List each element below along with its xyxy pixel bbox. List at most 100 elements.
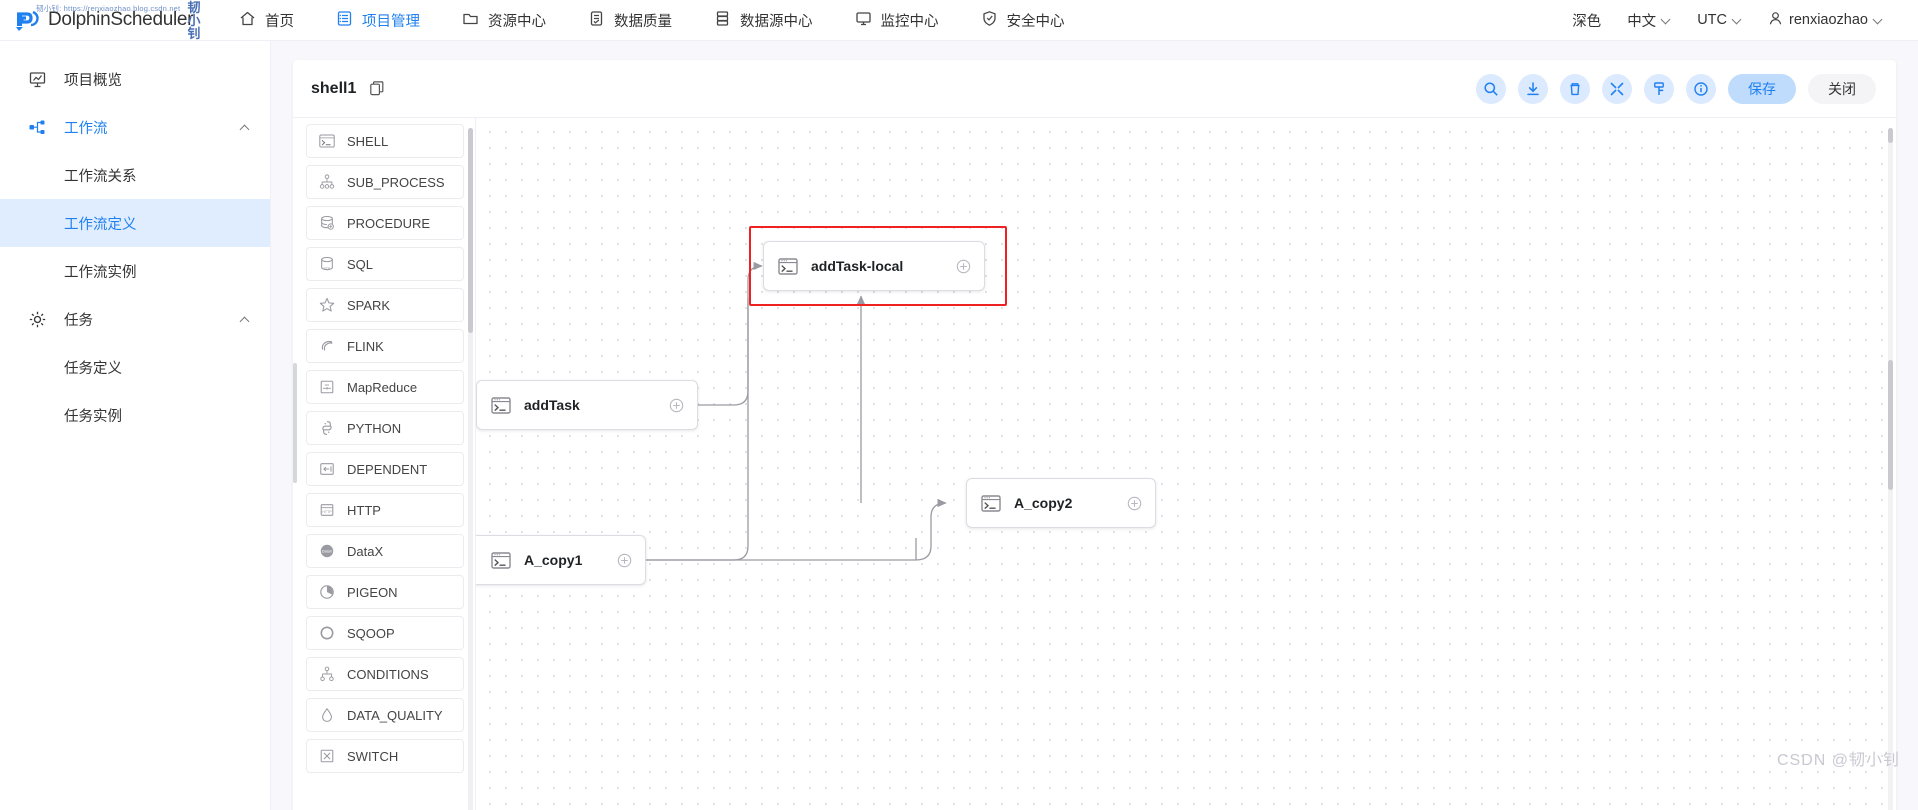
- editor-header: shell1 保存 关闭: [293, 60, 1896, 118]
- sidebar-group-task[interactable]: 任务: [0, 295, 270, 343]
- task-type-sql[interactable]: SQL SQL: [306, 247, 464, 281]
- chevron-up-icon: [241, 315, 250, 324]
- workflow-node-label: addTask: [524, 397, 580, 413]
- task-type-label: SQOOP: [347, 625, 395, 641]
- chevron-down-icon: [1874, 16, 1883, 25]
- svg-text:HTTP: HTTP: [322, 510, 332, 514]
- canvas-scrollbar-thumb-top[interactable]: [1888, 128, 1893, 143]
- project-icon: [336, 10, 353, 31]
- sidebar-item-task-instance[interactable]: 任务实例: [0, 391, 270, 439]
- sub-process-icon: [317, 172, 337, 192]
- task-type-python[interactable]: PYTHON: [306, 411, 464, 445]
- task-type-http[interactable]: HTTP HTTP: [306, 493, 464, 527]
- task-type-sub-process[interactable]: SUB_PROCESS: [306, 165, 464, 199]
- timezone-select[interactable]: UTC: [1684, 0, 1755, 40]
- workflow-node-label: A_copy1: [524, 552, 583, 568]
- workflow-node-addtask[interactable]: addTask: [476, 380, 698, 430]
- task-type-pigeon[interactable]: PIGEON: [306, 575, 464, 609]
- task-type-shell[interactable]: SHELL: [306, 124, 464, 158]
- nav-item-resource-center[interactable]: 资源中心: [441, 0, 567, 40]
- user-menu[interactable]: renxiaozhao: [1755, 0, 1896, 40]
- download-icon[interactable]: [1518, 73, 1548, 104]
- nav-item-home[interactable]: 首页: [218, 0, 315, 40]
- nav-item-data-quality[interactable]: 数据质量: [567, 0, 693, 40]
- sidebar-item-project-overview[interactable]: 项目概览: [0, 55, 270, 103]
- svg-text:SQL: SQL: [323, 266, 330, 270]
- add-downstream-icon[interactable]: [617, 553, 632, 568]
- conditions-icon: [317, 664, 337, 684]
- task-type-sqoop[interactable]: SQOOP: [306, 616, 464, 650]
- database-icon: [714, 10, 731, 31]
- brand[interactable]: 韧小钊: https://renxiaozhao.blog.csdn.net D…: [14, 1, 204, 40]
- theme-label: 深色: [1572, 13, 1602, 30]
- palette-resize-handle[interactable]: [293, 363, 297, 483]
- search-icon[interactable]: [1476, 73, 1506, 104]
- workflow-canvas[interactable]: addTask-local addTask A_copy2 A_copy1: [476, 118, 1896, 810]
- task-type-switch[interactable]: SWITCH: [306, 739, 464, 773]
- workflow-node-a-copy2[interactable]: A_copy2: [966, 478, 1156, 528]
- nav-label: 安全中心: [1006, 13, 1065, 30]
- fullscreen-icon[interactable]: [1602, 73, 1632, 104]
- info-icon[interactable]: [1686, 73, 1716, 104]
- sidebar-item-label: 任务定义: [64, 360, 122, 377]
- workflow-node-addtask-local[interactable]: addTask-local: [763, 241, 985, 291]
- nav-label: 监控中心: [880, 13, 939, 30]
- add-downstream-icon[interactable]: [669, 398, 684, 413]
- nav-item-datasource-center[interactable]: 数据源中心: [693, 0, 834, 40]
- task-type-label: DATA_QUALITY: [347, 707, 443, 723]
- sidebar-item-workflow-instance[interactable]: 工作流实例: [0, 247, 270, 295]
- nav-item-monitor-center[interactable]: 监控中心: [834, 0, 960, 40]
- task-type-dependent[interactable]: DEPENDENT: [306, 452, 464, 486]
- add-downstream-icon[interactable]: [956, 259, 971, 274]
- language-select[interactable]: 中文: [1614, 0, 1684, 40]
- procedure-icon: [317, 213, 337, 233]
- svg-text:MR: MR: [325, 383, 331, 387]
- nav-label: 首页: [265, 13, 294, 30]
- chevron-up-icon: [241, 123, 250, 132]
- editor-body: SHELL SUB_PROCESS PROCEDURE SQL SQL SPARK FLIN…: [293, 118, 1896, 810]
- sidebar-item-label: 工作流: [64, 120, 108, 137]
- add-downstream-icon[interactable]: [1127, 496, 1142, 511]
- nav-label: 资源中心: [488, 13, 546, 30]
- task-type-mapreduce[interactable]: MR MapReduce: [306, 370, 464, 404]
- palette-scrollbar-thumb[interactable]: [468, 128, 473, 333]
- task-type-procedure[interactable]: PROCEDURE: [306, 206, 464, 240]
- nav-label: 数据源中心: [740, 13, 813, 30]
- nav-item-project-management[interactable]: 项目管理: [315, 0, 441, 40]
- close-button[interactable]: 关闭: [1808, 73, 1876, 104]
- task-type-conditions[interactable]: CONDITIONS: [306, 657, 464, 691]
- shell-node-icon: [491, 396, 511, 414]
- canvas-scrollbar-thumb[interactable]: [1888, 360, 1893, 490]
- save-button[interactable]: 保存: [1728, 73, 1796, 104]
- workflow-node-a-copy1[interactable]: A_copy1: [476, 535, 646, 585]
- sidebar-item-label: 工作流定义: [64, 216, 137, 233]
- trash-icon[interactable]: [1560, 73, 1590, 104]
- sidebar-item-workflow-definition[interactable]: 工作流定义: [0, 199, 270, 247]
- datax-icon: DataX: [317, 541, 337, 561]
- sidebar-item-workflow-relation[interactable]: 工作流关系: [0, 151, 270, 199]
- nav-item-security-center[interactable]: 安全中心: [960, 0, 1086, 40]
- switch-icon: [317, 746, 337, 766]
- theme-toggle[interactable]: 深色: [1559, 0, 1614, 40]
- format-icon[interactable]: [1644, 73, 1674, 104]
- user-icon: [1768, 11, 1783, 30]
- sidebar-item-label: 工作流实例: [64, 264, 137, 281]
- pigeon-icon: [317, 582, 337, 602]
- workflow-node-label: A_copy2: [1014, 495, 1073, 511]
- task-type-label: PYTHON: [347, 420, 402, 436]
- sidebar-group-workflow[interactable]: 工作流: [0, 103, 270, 151]
- task-type-datax[interactable]: DataX DataX: [306, 534, 464, 568]
- sidebar-item-task-definition[interactable]: 任务定义: [0, 343, 270, 391]
- mapreduce-icon: MR: [317, 377, 337, 397]
- task-type-spark[interactable]: SPARK: [306, 288, 464, 322]
- sqoop-icon: [317, 623, 337, 643]
- nav-label: 数据质量: [614, 13, 672, 30]
- task-type-data-quality[interactable]: DATA_QUALITY: [306, 698, 464, 732]
- task-type-label: SWITCH: [347, 748, 399, 764]
- copy-icon[interactable]: [370, 81, 384, 96]
- flink-icon: [317, 336, 337, 356]
- task-type-flink[interactable]: FLINK: [306, 329, 464, 363]
- task-type-label: FLINK: [347, 338, 384, 354]
- task-type-label: PIGEON: [347, 584, 398, 600]
- sidebar-item-label: 工作流关系: [64, 168, 137, 185]
